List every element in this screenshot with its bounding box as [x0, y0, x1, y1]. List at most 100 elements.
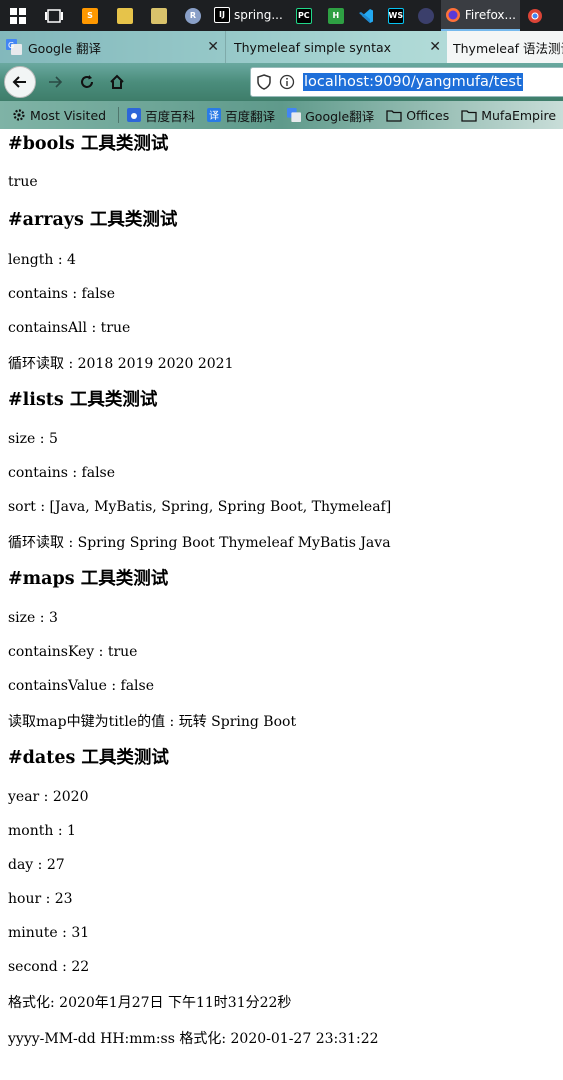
- intellij-app[interactable]: IJ spring...: [210, 0, 287, 31]
- intellij-label: spring...: [234, 7, 283, 22]
- url-text[interactable]: localhost:9090/yangmufa/test: [303, 73, 523, 91]
- dates-formatted-cn: 格式化: 2020年1月27日 下午11时31分22秒: [8, 995, 292, 1011]
- notepad-app[interactable]: [108, 0, 142, 31]
- paint-app[interactable]: [142, 0, 176, 31]
- arrays-length: length : 4: [8, 252, 76, 268]
- navigation-toolbar: localhost:9090/yangmufa/test: [0, 63, 563, 101]
- svg-text:译: 译: [209, 110, 219, 122]
- dates-hour: hour : 23: [8, 891, 73, 907]
- pycharm-icon: PC: [295, 7, 312, 24]
- arrays-contains: contains : false: [8, 286, 116, 302]
- shield-icon[interactable]: [257, 74, 271, 90]
- chrome-app[interactable]: [520, 0, 550, 31]
- dates-second: second : 22: [8, 959, 90, 975]
- dates-month: month : 1: [8, 823, 76, 839]
- arrays-loop: 循环读取 : 2018 2019 2020 2021: [8, 356, 234, 372]
- back-button[interactable]: [4, 66, 36, 98]
- sublime-app[interactable]: S: [72, 0, 108, 31]
- firefox-icon: [445, 7, 460, 22]
- tab-label: Thymeleaf simple syntax: [234, 39, 392, 55]
- home-button[interactable]: [102, 67, 132, 97]
- maps-title-value: 读取map中键为title的值 : 玩转 Spring Boot: [8, 714, 297, 730]
- bookmark-label: Offices: [406, 107, 450, 123]
- dates-heading: #dates 工具类测试: [8, 748, 169, 768]
- dates-formatted-pattern: yyyy-MM-dd HH:mm:ss 格式化: 2020-01-27 23:3…: [8, 1031, 379, 1047]
- page-content: #bools 工具类测试 true #arrays 工具类测试 length :…: [8, 129, 558, 1048]
- eclipse-app[interactable]: [411, 0, 441, 31]
- webstorm-icon: WS: [387, 7, 404, 24]
- start-button[interactable]: [0, 0, 36, 31]
- arrays-heading: #arrays 工具类测试: [8, 210, 178, 230]
- url-bar[interactable]: localhost:9090/yangmufa/test: [250, 67, 563, 97]
- folder-icon: [461, 109, 477, 122]
- close-icon[interactable]: ✕: [207, 39, 219, 55]
- reload-icon: [81, 75, 93, 88]
- google-translate-icon: G: [6, 39, 22, 55]
- lists-size: size : 5: [8, 431, 58, 447]
- webstorm-app[interactable]: WS: [381, 0, 411, 31]
- lists-heading: #lists 工具类测试: [8, 390, 158, 410]
- bookmark-google-translate[interactable]: Google翻译: [287, 106, 386, 125]
- bookmark-most-visited[interactable]: Most Visited: [12, 108, 118, 123]
- arrays-contains-all: containsAll : true: [8, 320, 131, 336]
- bookmark-offices[interactable]: Offices: [386, 108, 461, 123]
- maps-contains-value: containsValue : false: [8, 678, 154, 694]
- baidu-icon: [127, 108, 142, 122]
- maps-contains-key: containsKey : true: [8, 644, 138, 660]
- bookmark-baidu-translate[interactable]: 译 百度翻译: [207, 106, 287, 125]
- intellij-icon: IJ: [214, 6, 230, 23]
- eclipse-icon: [417, 7, 434, 24]
- maps-heading: #maps 工具类测试: [8, 569, 169, 589]
- hbuilder-app[interactable]: H: [321, 0, 351, 31]
- bookmark-label: MufaEmpire: [481, 107, 557, 123]
- bools-heading: #bools 工具类测试: [8, 134, 169, 154]
- firefox-app[interactable]: Firefox...: [440, 0, 520, 31]
- bookmark-label: 百度百科: [145, 108, 196, 124]
- dates-year: year : 2020: [8, 789, 89, 805]
- info-icon[interactable]: [279, 74, 295, 90]
- vscode-app[interactable]: [351, 0, 381, 31]
- close-icon[interactable]: ✕: [429, 39, 441, 55]
- forward-button[interactable]: [40, 67, 70, 97]
- windows-icon: [10, 7, 26, 24]
- bookmark-mufaempire[interactable]: MufaEmpire: [461, 108, 563, 123]
- svg-text:G: G: [8, 41, 14, 50]
- gear-icon: [13, 109, 25, 121]
- bookmarks-toolbar: Most Visited 百度百科 译 百度翻译 Google翻译 Office…: [0, 101, 563, 129]
- windows-taskbar: S R IJ spring... PC H WS Firefox...: [0, 0, 563, 31]
- vscode-icon: [358, 8, 373, 23]
- arrow-left-icon: [12, 76, 26, 88]
- dates-day: day : 27: [8, 857, 65, 873]
- folder-icon: [386, 109, 402, 122]
- tab-label: Google 翻译: [28, 40, 102, 56]
- bools-value: true: [8, 174, 38, 190]
- bookmark-separator: [118, 107, 120, 123]
- task-view-button[interactable]: [36, 0, 72, 31]
- r-app[interactable]: R: [176, 0, 210, 31]
- tab-label: Thymeleaf 语法测试: [453, 40, 563, 56]
- task-view-icon: [45, 8, 63, 23]
- lists-loop: 循环读取 : Spring Spring Boot Thymeleaf MyBa…: [8, 535, 391, 551]
- browser-tab-strip: G Google 翻译 ✕ Thymeleaf simple syntax ✕ …: [0, 31, 563, 63]
- sublime-icon: S: [82, 7, 98, 24]
- notepad-icon: [117, 7, 133, 24]
- tab-thymeleaf-simple[interactable]: Thymeleaf simple syntax ✕: [225, 31, 447, 63]
- bookmark-label: 百度翻译: [225, 108, 276, 124]
- paint-icon: [151, 7, 167, 24]
- baidu-translate-icon: 译: [207, 108, 222, 122]
- bookmark-label: Google翻译: [305, 108, 375, 124]
- bookmark-label: Most Visited: [30, 107, 107, 123]
- reload-button[interactable]: [72, 67, 102, 97]
- maps-size: size : 3: [8, 610, 58, 626]
- tab-google-translate[interactable]: G Google 翻译 ✕: [0, 31, 225, 63]
- lists-contains: contains : false: [8, 465, 116, 481]
- r-icon: R: [185, 7, 201, 24]
- dates-minute: minute : 31: [8, 925, 90, 941]
- bookmark-baidu-baike[interactable]: 百度百科: [127, 106, 207, 125]
- pycharm-app[interactable]: PC: [287, 0, 321, 31]
- arrow-right-icon: [49, 76, 63, 88]
- lists-sort: sort : [Java, MyBatis, Spring, Spring Bo…: [8, 499, 392, 515]
- hbuilder-icon: H: [327, 7, 344, 24]
- home-icon: [110, 74, 124, 89]
- tab-thymeleaf-test[interactable]: Thymeleaf 语法测试: [447, 31, 563, 63]
